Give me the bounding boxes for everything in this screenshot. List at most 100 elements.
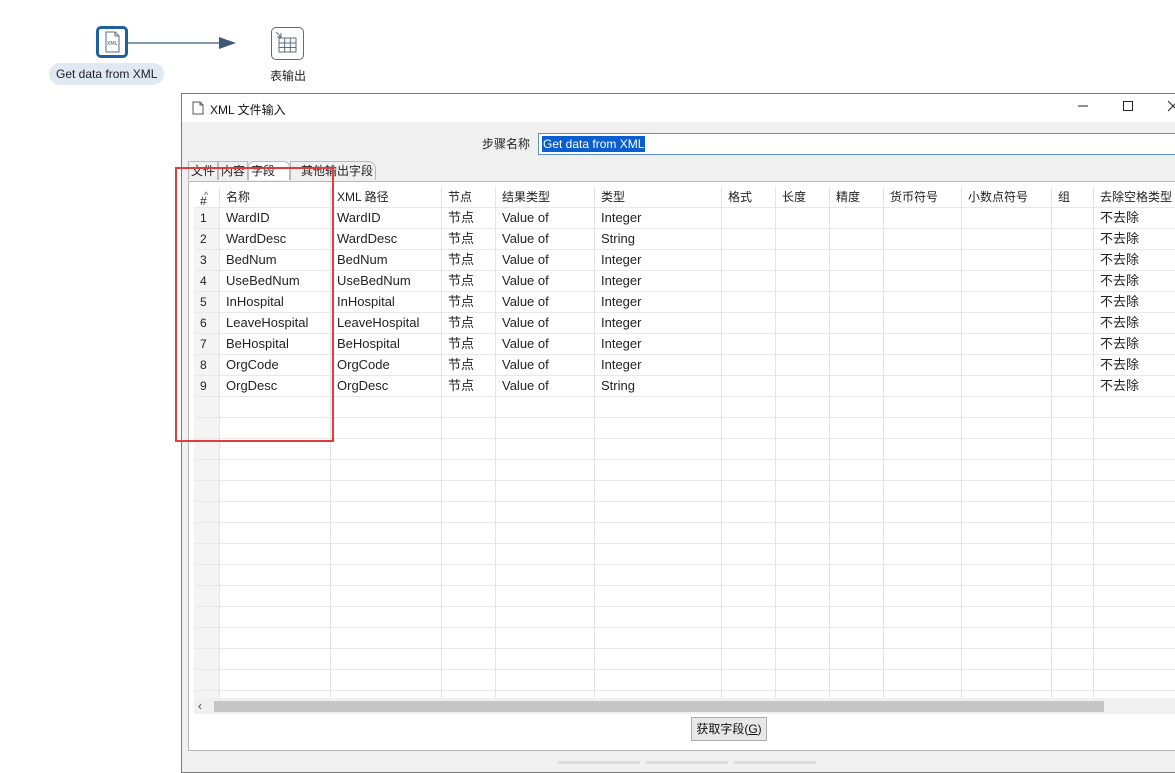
cell-path[interactable]: OrgCode (331, 355, 442, 375)
table-cell[interactable] (220, 460, 331, 480)
table-cell[interactable] (776, 355, 830, 375)
cell-type[interactable]: Integer (595, 334, 722, 354)
table-cell[interactable] (962, 565, 1052, 585)
table-cell[interactable] (962, 481, 1052, 501)
maximize-button[interactable] (1117, 97, 1139, 119)
table-cell[interactable] (884, 523, 962, 543)
table-cell[interactable] (830, 649, 884, 669)
table-cell[interactable] (496, 544, 595, 564)
header-format[interactable]: 格式 (722, 187, 776, 207)
table-row[interactable]: 6 LeaveHospital LeaveHospital 节点 Value of Int… (194, 313, 1175, 334)
table-cell[interactable] (1094, 586, 1175, 606)
table-cell[interactable] (194, 628, 220, 648)
table-cell[interactable] (1094, 460, 1175, 480)
row-number[interactable]: 7 (194, 334, 220, 354)
table-cell[interactable] (962, 208, 1052, 228)
table-row[interactable]: 2 WardDesc WardDesc 节点 Value of String 不去除 (194, 229, 1175, 250)
empty-table-row[interactable] (194, 628, 1175, 649)
table-cell[interactable] (442, 565, 496, 585)
table-cell[interactable] (194, 544, 220, 564)
row-number[interactable]: 2 (194, 229, 220, 249)
step-name-input[interactable]: Get data from XML (538, 133, 1175, 155)
table-cell[interactable] (722, 271, 776, 291)
table-cell[interactable] (776, 250, 830, 270)
table-cell[interactable] (1052, 397, 1094, 417)
table-cell[interactable] (442, 586, 496, 606)
fields-table[interactable]: ^ # 名称 XML 路径 节点 结果类型 类型 格式 长度 精度 货币符号 小数… (194, 187, 1175, 699)
table-cell[interactable] (442, 607, 496, 627)
table-cell[interactable] (194, 460, 220, 480)
table-cell[interactable] (595, 523, 722, 543)
table-cell[interactable] (830, 586, 884, 606)
table-cell[interactable] (962, 397, 1052, 417)
table-cell[interactable] (595, 544, 722, 564)
table-cell[interactable] (884, 355, 962, 375)
table-cell[interactable] (194, 565, 220, 585)
cell-type[interactable]: Integer (595, 292, 722, 312)
header-xml-path[interactable]: XML 路径 (331, 187, 442, 207)
table-cell[interactable] (884, 460, 962, 480)
table-cell[interactable] (595, 628, 722, 648)
cell-name[interactable]: LeaveHospital (220, 313, 331, 333)
table-cell[interactable] (220, 649, 331, 669)
table-cell[interactable] (1094, 565, 1175, 585)
table-cell[interactable] (496, 670, 595, 690)
table-cell[interactable] (1052, 460, 1094, 480)
table-cell[interactable] (722, 544, 776, 564)
table-cell[interactable] (1094, 439, 1175, 459)
table-cell[interactable] (776, 544, 830, 564)
get-fields-button[interactable]: 获取字段(G) (691, 717, 767, 741)
cell-trim[interactable]: 不去除 (1094, 250, 1175, 270)
table-cell[interactable] (1094, 418, 1175, 438)
table-cell[interactable] (830, 229, 884, 249)
table-cell[interactable] (722, 502, 776, 522)
table-cell[interactable] (884, 208, 962, 228)
table-cell[interactable] (442, 481, 496, 501)
table-cell[interactable] (776, 208, 830, 228)
table-cell[interactable] (1052, 292, 1094, 312)
cell-node[interactable]: 节点 (442, 313, 496, 333)
table-cell[interactable] (884, 586, 962, 606)
table-row[interactable]: 4 UseBedNum UseBedNum 节点 Value of Integer 不去除 (194, 271, 1175, 292)
empty-table-row[interactable] (194, 397, 1175, 418)
empty-table-row[interactable] (194, 544, 1175, 565)
table-cell[interactable] (884, 313, 962, 333)
table-cell[interactable] (722, 292, 776, 312)
table-cell[interactable] (595, 418, 722, 438)
hop-arrow[interactable] (0, 0, 300, 60)
table-cell[interactable] (776, 334, 830, 354)
table-cell[interactable] (1052, 649, 1094, 669)
cell-result[interactable]: Value of (496, 292, 595, 312)
cell-trim[interactable]: 不去除 (1094, 376, 1175, 396)
table-cell[interactable] (496, 628, 595, 648)
table-cell[interactable] (884, 649, 962, 669)
tab-other-output-fields[interactable]: 其他输出字段 (290, 161, 376, 180)
table-cell[interactable] (1052, 502, 1094, 522)
table-cell[interactable] (1052, 439, 1094, 459)
table-cell[interactable] (722, 586, 776, 606)
table-cell[interactable] (830, 376, 884, 396)
cell-type[interactable]: Integer (595, 250, 722, 270)
table-cell[interactable] (722, 313, 776, 333)
table-cell[interactable] (1052, 355, 1094, 375)
table-cell[interactable] (331, 565, 442, 585)
table-cell[interactable] (331, 628, 442, 648)
table-cell[interactable] (722, 565, 776, 585)
table-cell[interactable] (962, 460, 1052, 480)
table-cell[interactable] (220, 397, 331, 417)
table-cell[interactable] (884, 229, 962, 249)
table-cell[interactable] (194, 523, 220, 543)
cell-name[interactable]: WardDesc (220, 229, 331, 249)
cell-node[interactable]: 节点 (442, 355, 496, 375)
table-cell[interactable] (1052, 607, 1094, 627)
table-cell[interactable] (194, 418, 220, 438)
table-cell[interactable] (776, 271, 830, 291)
table-cell[interactable] (776, 649, 830, 669)
table-cell[interactable] (776, 565, 830, 585)
empty-table-row[interactable] (194, 565, 1175, 586)
table-cell[interactable] (722, 670, 776, 690)
table-cell[interactable] (830, 439, 884, 459)
table-cell[interactable] (830, 502, 884, 522)
cell-node[interactable]: 节点 (442, 271, 496, 291)
table-cell[interactable] (776, 376, 830, 396)
